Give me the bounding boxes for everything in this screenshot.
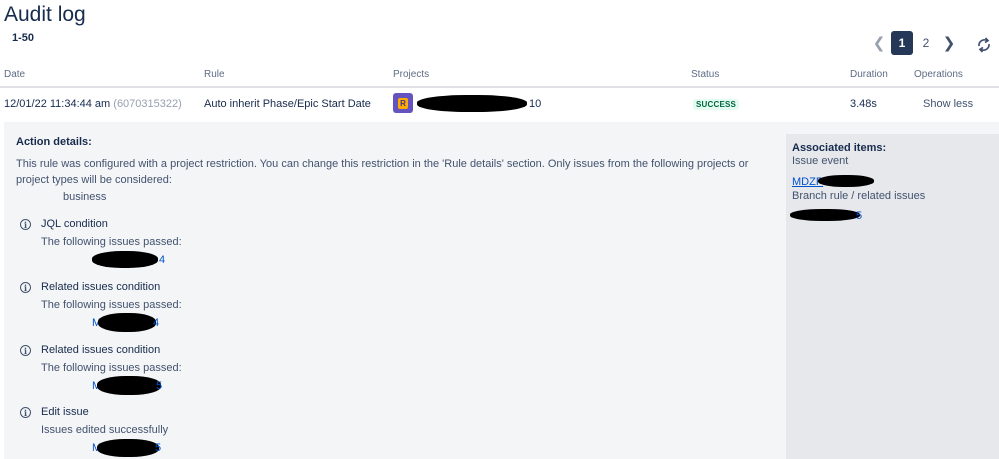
column-date[interactable]: Date <box>4 69 25 80</box>
condition-title: Related issues condition <box>41 344 161 356</box>
column-status[interactable]: Status <box>691 69 719 80</box>
info-icon: i <box>20 345 31 356</box>
condition-title: Edit issue <box>41 406 89 418</box>
action-details-title: Action details: <box>16 136 92 148</box>
condition-subtitle: Issues edited successfully <box>41 424 169 436</box>
project-avatar: R <box>393 93 413 113</box>
result-range: 1-50 <box>12 32 35 44</box>
project-type: business <box>63 191 107 203</box>
condition-title: Related issues condition <box>41 281 161 293</box>
column-duration[interactable]: Duration <box>850 69 888 80</box>
issue-event-link[interactable]: MDZP <box>792 175 874 188</box>
execution-id: (6070315322) <box>113 98 182 110</box>
info-icon: i <box>20 407 31 418</box>
refresh-icon[interactable] <box>974 35 994 55</box>
condition-title: JQL condition <box>41 218 108 230</box>
condition-subtitle: The following issues passed: <box>41 362 182 374</box>
column-operations: Operations <box>914 69 963 80</box>
project-restriction-text: This rule was configured with a project … <box>16 158 749 186</box>
issue-link[interactable]: M4 <box>92 313 159 332</box>
row-duration: 3.48s <box>850 98 877 110</box>
page-title: Audit log <box>4 3 86 26</box>
show-less-button[interactable]: Show less <box>923 98 973 110</box>
row-date: 12/01/22 11:34:44 am (6070315322) <box>4 98 182 110</box>
issue-event-label: Issue event <box>792 155 849 167</box>
page-1-button[interactable]: 1 <box>891 31 913 55</box>
associated-items-panel: Associated items: Issue event MDZP Branc… <box>786 134 999 459</box>
column-projects[interactable]: Projects <box>393 69 429 80</box>
column-rule[interactable]: Rule <box>204 69 225 80</box>
branch-rule-label: Branch rule / related issues <box>792 190 926 202</box>
page-2-button[interactable]: 2 <box>915 31 937 55</box>
issue-link[interactable]: M5 <box>92 376 162 395</box>
associated-items-title: Associated items: <box>792 142 887 154</box>
pagination: ❮ 1 2 ❯ <box>868 31 960 55</box>
table-row: 12/01/22 11:34:44 am (6070315322) Auto i… <box>0 89 999 121</box>
chevron-right-icon[interactable]: ❯ <box>938 32 960 54</box>
chevron-left-icon[interactable]: ❮ <box>868 32 890 54</box>
info-icon: i <box>20 282 31 293</box>
row-rule-link[interactable]: Auto inherit Phase/Epic Start Date <box>204 98 371 110</box>
condition-subtitle: The following issues passed: <box>41 299 182 311</box>
issue-link[interactable]: M5 <box>92 439 161 457</box>
status-badge: SUCCESS <box>693 99 740 110</box>
condition-subtitle: The following issues passed: <box>41 236 182 248</box>
table-header: Date Rule Projects Status Duration Opera… <box>0 64 999 88</box>
info-icon: i <box>20 219 31 230</box>
